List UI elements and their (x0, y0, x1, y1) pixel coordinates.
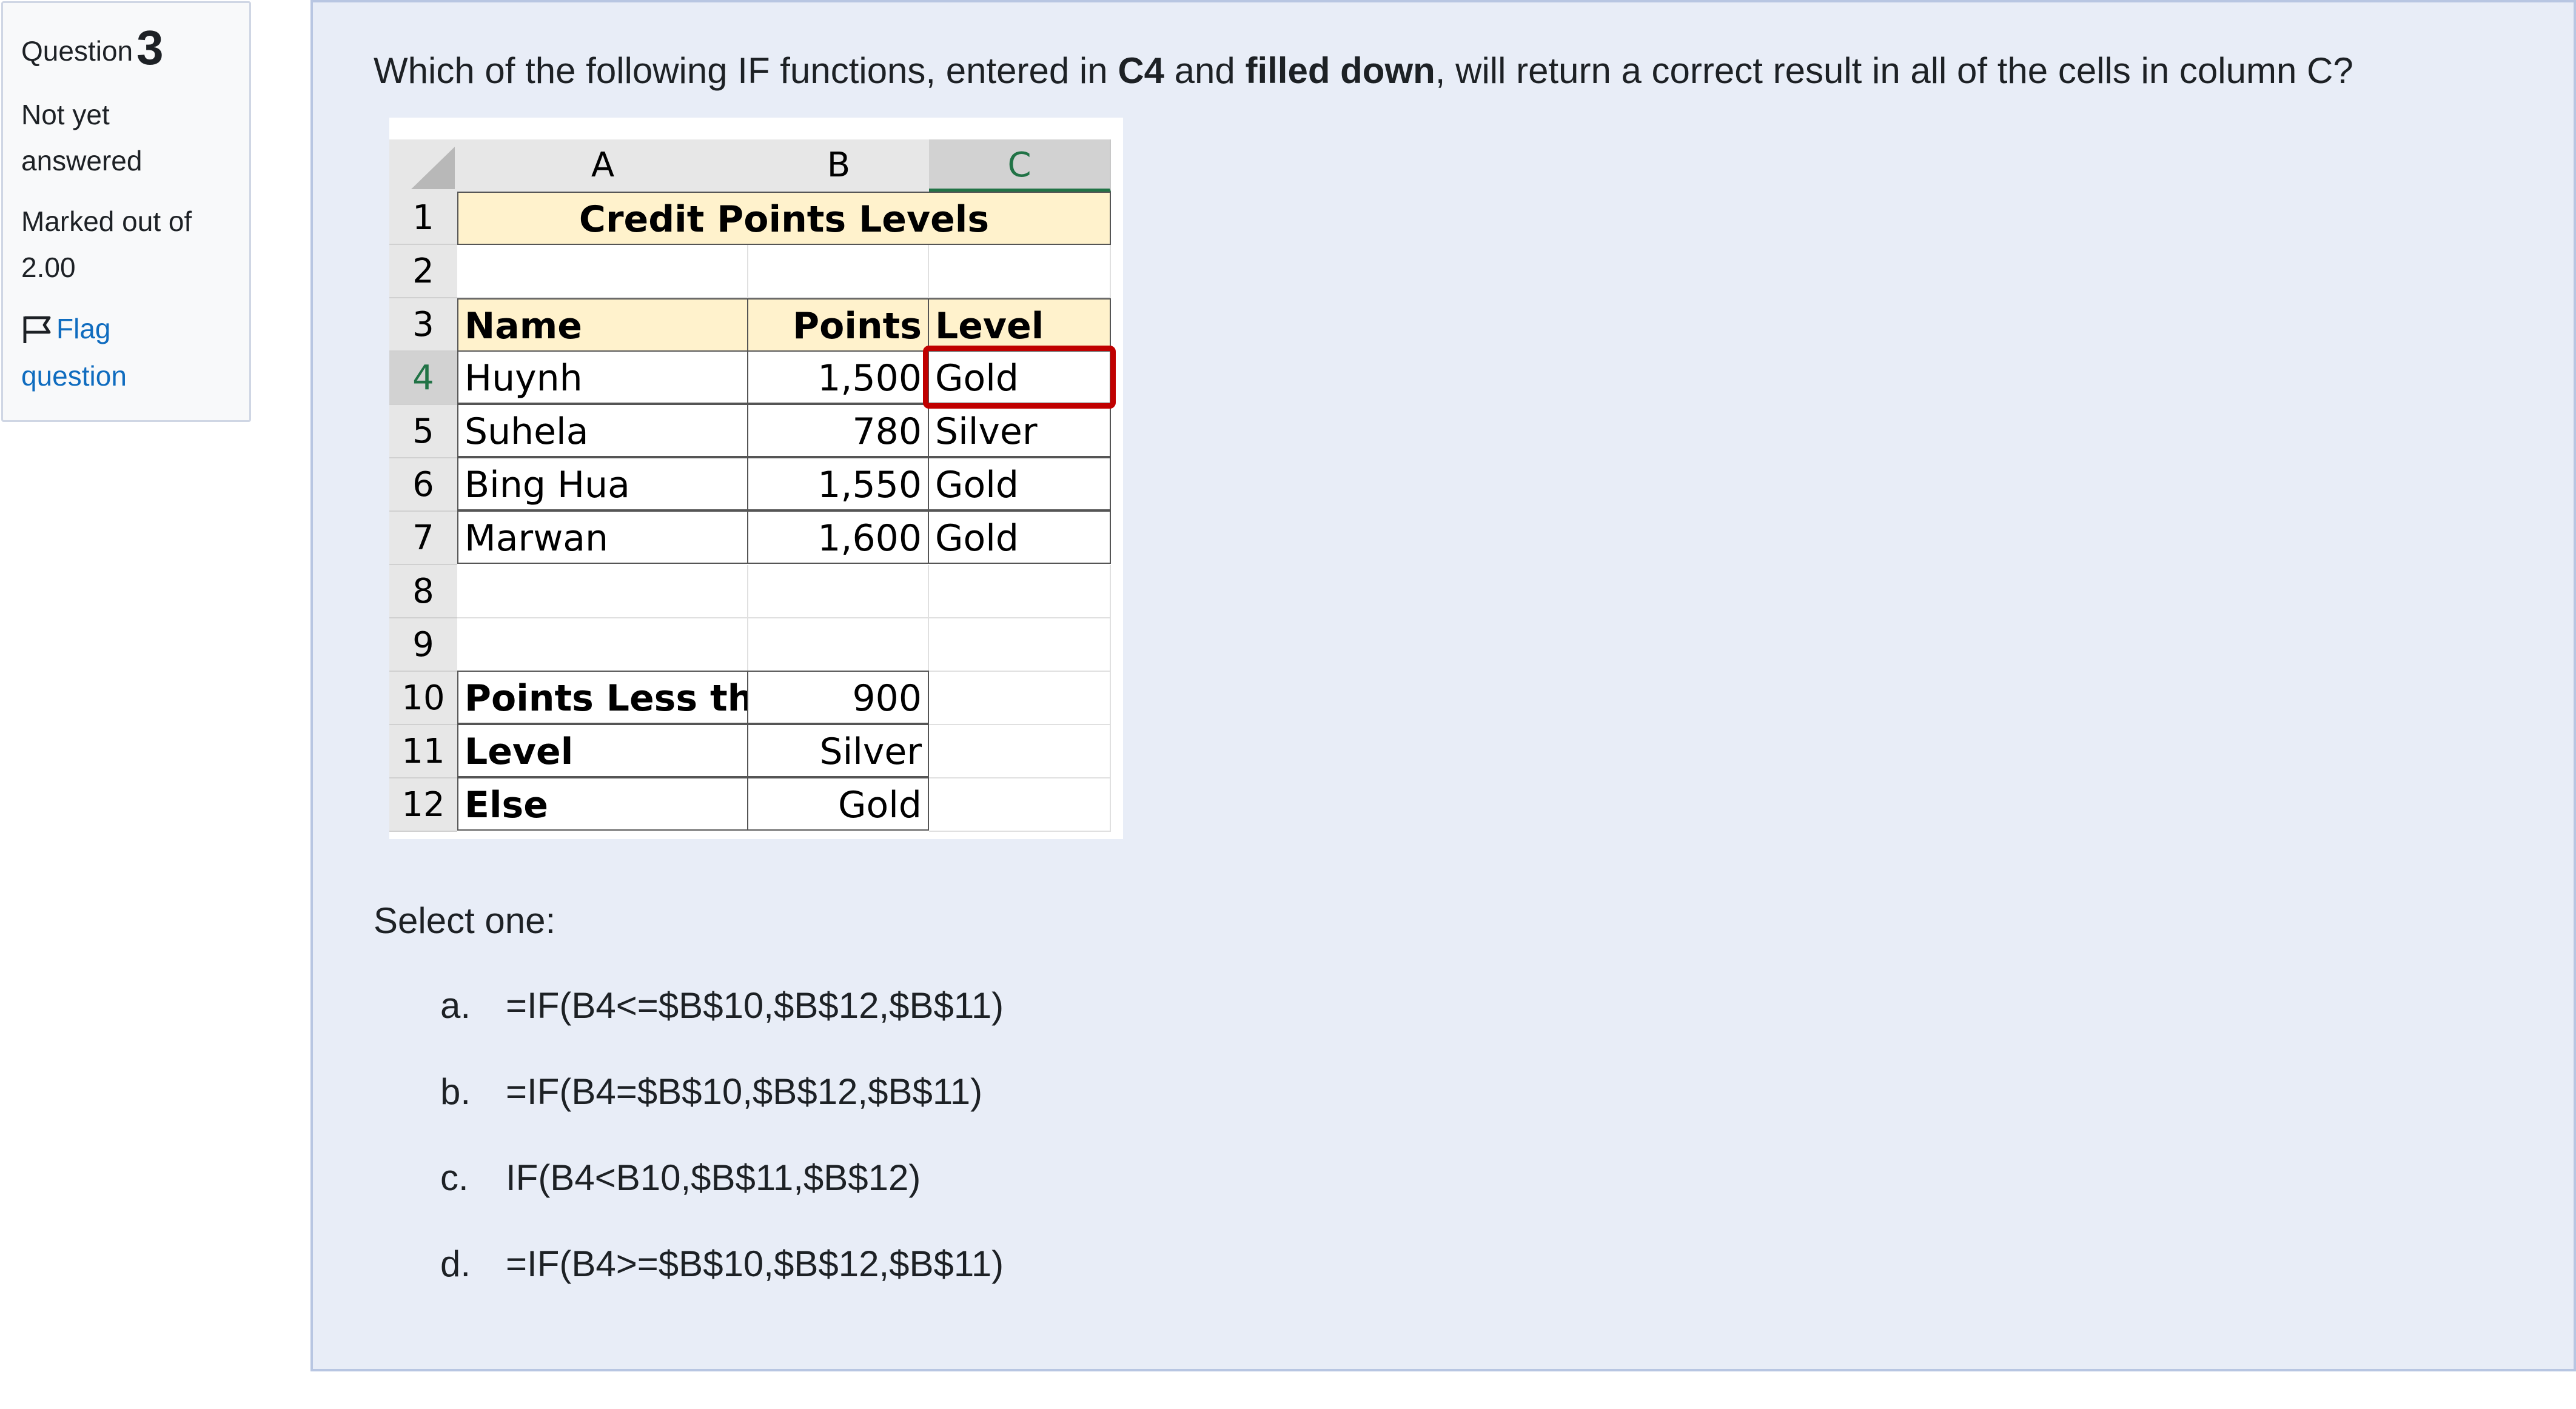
header-points: Points (747, 298, 929, 352)
row-header: 2 (389, 245, 457, 298)
answer-option-d[interactable]: d. =IF(B4>=$B$10,$B$12,$B$11) (440, 1243, 1004, 1285)
question-text-filled-down: filled down (1245, 50, 1435, 91)
cell-points: 1,600 (747, 510, 929, 564)
spreadsheet-image: A B C 1 2 3 4 5 6 7 8 9 10 11 12 Credit … (389, 118, 1123, 839)
option-text: =IF(B4<=$B$10,$B$12,$B$11) (506, 985, 1004, 1026)
sheet-cell (929, 565, 1111, 618)
option-text: =IF(B4>=$B$10,$B$12,$B$11) (506, 1243, 1004, 1284)
sheet-cell (929, 725, 1111, 778)
cell-points: 1,500 (747, 350, 929, 404)
cell-points: 1,550 (747, 457, 929, 510)
row-header: 11 (389, 725, 457, 778)
cell-name: Huynh (457, 350, 748, 404)
cell-name: Marwan (457, 510, 748, 564)
flag-icon (21, 313, 56, 344)
question-label-row: Question3 (21, 20, 231, 76)
row-header: 3 (389, 298, 457, 352)
option-text: =IF(B4=$B$10,$B$12,$B$11) (506, 1071, 983, 1112)
flag-question-link[interactable]: Flag question (21, 305, 215, 400)
row-header: 10 (389, 672, 457, 725)
question-number: 3 (136, 21, 164, 75)
question-content: Which of the following IF functions, ent… (310, 0, 2576, 1371)
row-header: 6 (389, 458, 457, 512)
lookup-value: Silver (747, 724, 929, 777)
sheet-cell (457, 565, 748, 618)
sheet-cell (457, 618, 748, 672)
option-letter: d. (440, 1243, 471, 1284)
row-header: 7 (389, 512, 457, 565)
select-one-prompt: Select one: (374, 900, 556, 941)
header-level: Level (928, 298, 1111, 352)
header-name: Name (457, 298, 748, 352)
question-text-part: , will return a correct result in all of… (1435, 50, 2353, 91)
sheet-cell (457, 245, 748, 298)
sheet-cell (929, 618, 1111, 672)
column-header-b: B (748, 139, 930, 192)
sheet-cell (929, 672, 1111, 725)
question-info-panel: Question3 Not yet answered Marked out of… (1, 1, 251, 422)
cell-level: Gold (928, 457, 1111, 510)
question-text-part: and (1164, 50, 1246, 91)
sheet-cell (748, 245, 929, 298)
lookup-value: 900 (747, 671, 929, 724)
option-letter: b. (440, 1071, 471, 1112)
question-text: Which of the following IF functions, ent… (374, 50, 2353, 92)
row-header: 8 (389, 565, 457, 618)
question-text-part: Which of the following IF functions, ent… (374, 50, 1118, 91)
question-label: Question (21, 35, 133, 67)
sheet-cell (929, 245, 1111, 298)
question-grade: Marked out of 2.00 (21, 206, 192, 283)
sheet-cell (748, 618, 929, 672)
cell-name: Bing Hua (457, 457, 748, 510)
row-header: 12 (389, 778, 457, 832)
row-header: 9 (389, 618, 457, 672)
select-all-triangle-icon (411, 147, 455, 189)
cell-name: Suhela (457, 404, 748, 457)
row-header: 1 (389, 192, 457, 245)
option-letter: a. (440, 985, 471, 1026)
sheet-cell (929, 778, 1111, 832)
sheet-title: Credit Points Levels (457, 192, 1111, 245)
lookup-label: Points Less than (457, 671, 748, 724)
active-cell-highlight (923, 346, 1116, 409)
row-header: 4 (389, 352, 457, 405)
question-status: Not yet answered (21, 99, 143, 176)
cell-level: Gold (928, 510, 1111, 564)
column-header-a: A (457, 139, 750, 192)
column-header-c: C (929, 139, 1111, 192)
option-letter: c. (440, 1157, 469, 1198)
question-text-cell: C4 (1118, 50, 1165, 91)
cell-level: Silver (928, 404, 1111, 457)
lookup-value: Gold (747, 777, 929, 831)
cell-points: 780 (747, 404, 929, 457)
answer-option-b[interactable]: b. =IF(B4=$B$10,$B$12,$B$11) (440, 1071, 982, 1113)
option-text: IF(B4<B10,$B$11,$B$12) (506, 1157, 921, 1198)
lookup-label: Level (457, 724, 748, 777)
answer-option-c[interactable]: c. IF(B4<B10,$B$11,$B$12) (440, 1157, 921, 1199)
row-header: 5 (389, 405, 457, 458)
lookup-label: Else (457, 777, 748, 831)
answer-option-a[interactable]: a. =IF(B4<=$B$10,$B$12,$B$11) (440, 985, 1004, 1026)
sheet-cell (748, 565, 929, 618)
